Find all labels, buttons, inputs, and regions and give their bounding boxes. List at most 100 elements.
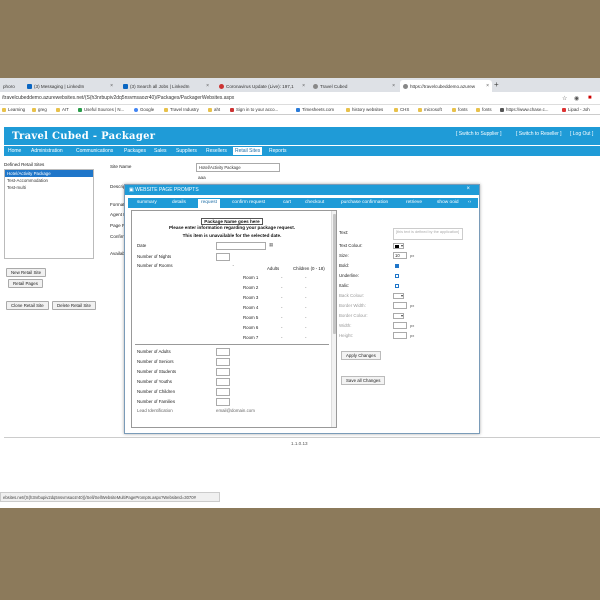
browser-tab[interactable]: phoro bbox=[0, 80, 22, 92]
switch-supplier-link[interactable]: [ Switch to Supplier ] bbox=[456, 131, 502, 137]
nav-resellers[interactable]: Resellers bbox=[206, 148, 227, 154]
rooms-select[interactable]: - bbox=[216, 262, 236, 269]
extension-icon[interactable]: ◉ bbox=[574, 95, 579, 102]
switch-reseller-link[interactable]: [ Switch to Reseller ] bbox=[516, 131, 562, 137]
browser-tab[interactable]: (3) Messaging | LinkedIn × bbox=[24, 80, 116, 92]
seniors-count-input[interactable] bbox=[216, 358, 230, 366]
nav-sales[interactable]: Sales bbox=[154, 148, 167, 154]
tab-checkout[interactable]: checkout bbox=[305, 200, 324, 205]
browser-tab-active[interactable]: https://travelcubeddemo.azurew × bbox=[400, 80, 492, 92]
close-icon[interactable]: × bbox=[392, 83, 395, 89]
calendar-icon[interactable]: ▦ bbox=[269, 242, 273, 248]
browser-tab[interactable]: (3) Search all Jobs | LinkedIn × bbox=[120, 80, 212, 92]
tab-confirm-request[interactable]: confirm request bbox=[232, 200, 265, 205]
tab-purchase-confirmation[interactable]: purchase confirmation bbox=[341, 200, 388, 205]
families-count-input[interactable] bbox=[216, 398, 230, 406]
close-icon[interactable]: × bbox=[486, 83, 489, 89]
site-name-input[interactable]: Hotel/Activity Package bbox=[196, 163, 280, 172]
retail-sites-list[interactable]: Hotel/Activity Package Test-Accommodatio… bbox=[4, 169, 94, 259]
text-colour-picker[interactable]: ▾ bbox=[393, 243, 404, 249]
new-tab-button[interactable]: + bbox=[494, 80, 499, 89]
bookmark-item[interactable]: Learning bbox=[2, 107, 25, 112]
adults-select[interactable]: - bbox=[281, 335, 282, 340]
pdf-icon[interactable]: ■ bbox=[588, 95, 592, 101]
close-icon[interactable]: × bbox=[110, 83, 113, 89]
browser-tab[interactable]: Travel Cubed × bbox=[310, 80, 398, 92]
url-field[interactable]: /travelcubeddemo.azurewebsites.net/(S(h3… bbox=[2, 95, 234, 101]
nav-communications[interactable]: Communications bbox=[76, 148, 113, 154]
unavailable-message[interactable]: This item is unavailable for the selecte… bbox=[133, 233, 331, 238]
clone-retail-site-button[interactable]: Clone Retail Site bbox=[6, 301, 49, 310]
preview-scrollbar[interactable] bbox=[331, 211, 336, 427]
children-count-input[interactable] bbox=[216, 388, 230, 396]
adults-select[interactable]: - bbox=[281, 295, 282, 300]
children-select[interactable]: - bbox=[305, 295, 306, 300]
adults-count-input[interactable] bbox=[216, 348, 230, 356]
adults-select[interactable]: - bbox=[281, 315, 282, 320]
bold-checkbox[interactable] bbox=[395, 264, 399, 268]
children-select[interactable]: - bbox=[305, 285, 306, 290]
youths-count-input[interactable] bbox=[216, 378, 230, 386]
close-icon[interactable]: × bbox=[466, 186, 470, 192]
border-width-input[interactable] bbox=[393, 302, 407, 309]
list-item[interactable]: Hotel/Activity Package bbox=[5, 170, 93, 177]
children-select[interactable]: - bbox=[305, 305, 306, 310]
browser-tab[interactable]: Coronavirus Update (Live): 197,1 × bbox=[216, 80, 308, 92]
bookmark-item[interactable]: AIT bbox=[56, 107, 69, 112]
close-icon[interactable]: × bbox=[206, 83, 209, 89]
tab-details[interactable]: details bbox=[172, 200, 186, 205]
bookmark-item[interactable]: microsoft bbox=[418, 107, 442, 112]
apply-changes-button[interactable]: Apply Changes bbox=[341, 351, 381, 360]
bookmark-item[interactable]: fonts bbox=[476, 107, 492, 112]
nights-input[interactable] bbox=[216, 253, 230, 261]
text-input[interactable]: [this text is defined by the application… bbox=[393, 228, 463, 240]
bookmark-item[interactable]: Google bbox=[134, 107, 154, 112]
height-input[interactable] bbox=[393, 332, 407, 339]
delete-retail-site-button[interactable]: Delete Retail Site bbox=[52, 301, 96, 310]
bookmark-item[interactable]: aht bbox=[208, 107, 220, 112]
italic-checkbox[interactable] bbox=[395, 284, 399, 288]
size-input[interactable]: 10 bbox=[393, 252, 407, 259]
adults-select[interactable]: - bbox=[281, 275, 282, 280]
adults-select[interactable]: - bbox=[281, 325, 282, 330]
date-input[interactable] bbox=[216, 242, 266, 250]
bookmark-item[interactable]: Sign in to your acco... bbox=[230, 107, 278, 112]
retail-pages-button[interactable]: Retail Pages bbox=[8, 279, 43, 288]
nav-suppliers[interactable]: Suppliers bbox=[176, 148, 197, 154]
tab-scroll-icon[interactable]: ‹› bbox=[468, 200, 471, 205]
nav-packages[interactable]: Packages bbox=[124, 148, 146, 154]
save-all-changes-button[interactable]: Save all Changes bbox=[341, 376, 386, 385]
back-colour-picker[interactable]: ▾ bbox=[393, 293, 404, 299]
scrollbar-thumb[interactable] bbox=[333, 214, 336, 334]
logout-link[interactable]: [ Log Out ] bbox=[570, 131, 593, 137]
nav-retail-sites[interactable]: Retail Sites bbox=[233, 147, 263, 155]
bookmark-item[interactable]: Timesheets.com bbox=[296, 107, 334, 112]
width-input[interactable] bbox=[393, 322, 407, 329]
nav-reports[interactable]: Reports bbox=[269, 148, 287, 154]
package-name-heading[interactable]: Package Name goes here bbox=[133, 218, 331, 225]
nav-home[interactable]: Home bbox=[8, 148, 21, 154]
bookmark-item[interactable]: Useful Sources | N... bbox=[78, 107, 124, 112]
tab-show-ooid[interactable]: show ooid bbox=[437, 200, 459, 205]
students-count-input[interactable] bbox=[216, 368, 230, 376]
bookmark-item[interactable]: history websites bbox=[346, 107, 383, 112]
bookmark-item[interactable]: Lipad - Joh bbox=[562, 107, 590, 112]
nav-administration[interactable]: Administration bbox=[31, 148, 63, 154]
star-icon[interactable]: ☆ bbox=[562, 95, 567, 102]
tab-request[interactable]: request bbox=[198, 199, 220, 208]
list-item[interactable]: Test-multi bbox=[5, 184, 93, 191]
bookmark-item[interactable]: CHS bbox=[394, 107, 409, 112]
adults-select[interactable]: - bbox=[281, 305, 282, 310]
request-message[interactable]: Please enter information regarding your … bbox=[133, 225, 331, 230]
bookmark-item[interactable]: Travel Industry bbox=[164, 107, 199, 112]
border-colour-picker[interactable]: ▾ bbox=[393, 313, 404, 319]
bookmark-item[interactable]: greg bbox=[32, 107, 47, 112]
underline-checkbox[interactable] bbox=[395, 274, 399, 278]
children-select[interactable]: - bbox=[305, 275, 306, 280]
children-select[interactable]: - bbox=[305, 315, 306, 320]
list-item[interactable]: Test-Accommodation bbox=[5, 177, 93, 184]
tab-retrieve[interactable]: retrieve bbox=[406, 200, 422, 205]
adults-select[interactable]: - bbox=[281, 285, 282, 290]
children-select[interactable]: - bbox=[305, 335, 306, 340]
children-select[interactable]: - bbox=[305, 325, 306, 330]
